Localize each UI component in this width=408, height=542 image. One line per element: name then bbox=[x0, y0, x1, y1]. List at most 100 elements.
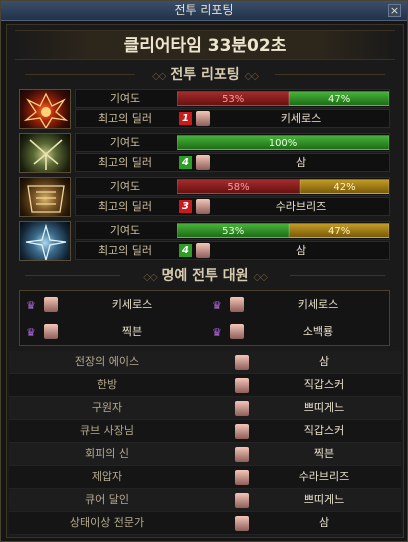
title-holder: 쁘띠게느 bbox=[303, 401, 345, 414]
rank-badge: 4 bbox=[179, 244, 192, 257]
character-portrait bbox=[44, 324, 58, 339]
dealer-name: 삼 bbox=[295, 244, 307, 257]
contribution-label: 기여도 bbox=[109, 136, 141, 149]
bar-segment: 100% bbox=[177, 135, 389, 150]
contribution-bar: 53% 47% bbox=[177, 91, 389, 106]
best-dealer-row: 최고의 딜러 3 수라브리즈 bbox=[75, 197, 390, 216]
character-portrait bbox=[196, 155, 210, 170]
title-holder: 직갑스커 bbox=[303, 424, 345, 437]
bar-segment: 47% bbox=[289, 91, 389, 106]
contribution-label: 기여도 bbox=[109, 224, 141, 237]
rank-badge: 1 bbox=[179, 112, 192, 125]
title-row: 큐브 사장님 직갑스커 bbox=[9, 420, 401, 443]
title-label: 전장의 에이스 bbox=[74, 355, 140, 368]
best-dealer-row: 최고의 딜러 1 키세로스 bbox=[75, 109, 390, 128]
contribution-label: 기여도 bbox=[109, 92, 141, 105]
titles-list: 전장의 에이스 삼 한방 직갑스커 구원자 쁘띠게느 큐브 사장님 직갑스커 회피의 신… bbox=[9, 351, 401, 535]
character-portrait bbox=[235, 470, 249, 485]
best-dealer-label: 최고의 딜러 bbox=[97, 200, 153, 213]
report-heading-text: 전투 리포팅 bbox=[170, 67, 240, 83]
report-panel: 클리어타임 33분02초 ◇◇ 전투 리포팅 ◇◇ 기여도 53% 47% 최고… bbox=[6, 24, 404, 538]
title-label: 제압자 bbox=[91, 470, 123, 483]
contribution-row: 기여도 100% bbox=[75, 133, 390, 152]
character-portrait bbox=[235, 424, 249, 439]
title-row: 회피의 신 찍븐 bbox=[9, 443, 401, 466]
title-label: 회피의 신 bbox=[85, 447, 129, 460]
member-name: 키세로스 bbox=[297, 298, 339, 311]
crown-icon: ♛ bbox=[26, 326, 36, 339]
rank-badge: 4 bbox=[179, 156, 192, 169]
title-holder: 삼 bbox=[318, 355, 330, 368]
character-portrait bbox=[196, 199, 210, 214]
honor-member: ♛ 키세로스 bbox=[20, 292, 203, 318]
title-holder: 쁘띠게느 bbox=[303, 493, 345, 506]
character-portrait bbox=[235, 378, 249, 393]
bar-segment: 53% bbox=[177, 91, 290, 106]
title-label: 큐브 사장님 bbox=[79, 424, 135, 437]
crown-icon: ♛ bbox=[212, 299, 222, 312]
member-name: 찍븐 bbox=[121, 325, 143, 338]
battle-report-window: 전투 리포팅 × 클리어타임 33분02초 ◇◇ 전투 리포팅 ◇◇ 기여도 5… bbox=[0, 0, 408, 542]
contribution-row: 기여도 58% 42% bbox=[75, 177, 390, 196]
contribution-bar: 53% 47% bbox=[177, 223, 389, 238]
title-holder: 찍븐 bbox=[313, 447, 335, 460]
character-portrait bbox=[235, 493, 249, 508]
bar-segment: 42% bbox=[299, 179, 389, 194]
dealer-name: 키세로스 bbox=[280, 112, 322, 125]
title-label: 구원자 bbox=[91, 401, 123, 414]
window-title: 전투 리포팅 bbox=[174, 3, 234, 17]
title-holder: 삼 bbox=[318, 516, 330, 529]
character-portrait bbox=[196, 243, 210, 258]
best-dealer-row: 최고의 딜러 4 삼 bbox=[75, 241, 390, 260]
close-button[interactable]: × bbox=[388, 4, 401, 17]
gold-boss-icon bbox=[19, 177, 71, 217]
boss-card: 기여도 58% 42% 최고의 딜러 3 수라브리즈 bbox=[19, 177, 390, 217]
best-dealer-label: 최고의 딜러 bbox=[97, 244, 153, 257]
honor-member: ♛ 소백룡 bbox=[206, 319, 389, 345]
character-portrait bbox=[235, 516, 249, 531]
title-holder: 직갑스커 bbox=[303, 378, 345, 391]
title-label: 한방 bbox=[96, 378, 118, 391]
crown-icon: ♛ bbox=[26, 299, 36, 312]
best-dealer-row: 최고의 딜러 4 삼 bbox=[75, 153, 390, 172]
title-row: 제압자 수라브리즈 bbox=[9, 466, 401, 489]
title-holder: 수라브리즈 bbox=[298, 470, 350, 483]
dealer-name: 삼 bbox=[295, 156, 307, 169]
boss-card: 기여도 53% 47% 최고의 딜러 1 키세로스 bbox=[19, 89, 390, 129]
contribution-label: 기여도 bbox=[109, 180, 141, 193]
boss-card: 기여도 100% 최고의 딜러 4 삼 bbox=[19, 133, 390, 173]
best-dealer-label: 최고의 딜러 bbox=[97, 112, 153, 125]
bar-segment: 53% bbox=[177, 223, 290, 238]
clear-time: 클리어타임 33분02초 bbox=[15, 30, 395, 60]
honor-member: ♛ 키세로스 bbox=[206, 292, 389, 318]
honor-members-panel: ♛ 키세로스 ♛ 키세로스 ♛ 찍븐 ♛ 소백룡 bbox=[19, 290, 390, 346]
contribution-row: 기여도 53% 47% bbox=[75, 89, 390, 108]
honor-heading: ◇◇ 명예 전투 대원 ◇◇ bbox=[15, 265, 395, 287]
contribution-row: 기여도 53% 47% bbox=[75, 221, 390, 240]
dealer-name: 수라브리즈 bbox=[275, 200, 327, 213]
character-portrait bbox=[235, 401, 249, 416]
crown-icon: ♛ bbox=[212, 326, 222, 339]
bar-segment: 58% bbox=[177, 179, 300, 194]
contribution-bar: 58% 42% bbox=[177, 179, 389, 194]
title-row: 구원자 쁘띠게느 bbox=[9, 397, 401, 420]
member-name: 소백룡 bbox=[302, 325, 334, 338]
title-label: 상태이상 전문가 bbox=[69, 516, 145, 529]
rank-badge: 3 bbox=[179, 200, 192, 213]
title-row: 상태이상 전문가 삼 bbox=[9, 512, 401, 535]
title-row: 큐어 달인 쁘띠게느 bbox=[9, 489, 401, 512]
title-row: 한방 직갑스커 bbox=[9, 374, 401, 397]
character-portrait bbox=[196, 111, 210, 126]
best-dealer-label: 최고의 딜러 bbox=[97, 156, 153, 169]
member-name: 키세로스 bbox=[111, 298, 153, 311]
honor-heading-text: 명예 전투 대원 bbox=[161, 268, 249, 284]
contribution-bar: 100% bbox=[177, 135, 389, 150]
character-portrait bbox=[230, 324, 244, 339]
character-portrait bbox=[44, 297, 58, 312]
title-row: 전장의 에이스 삼 bbox=[9, 351, 401, 374]
honor-member: ♛ 찍븐 bbox=[20, 319, 203, 345]
character-portrait bbox=[235, 447, 249, 462]
title-bar[interactable]: 전투 리포팅 × bbox=[1, 1, 407, 21]
title-label: 큐어 달인 bbox=[85, 493, 129, 506]
character-portrait bbox=[230, 297, 244, 312]
